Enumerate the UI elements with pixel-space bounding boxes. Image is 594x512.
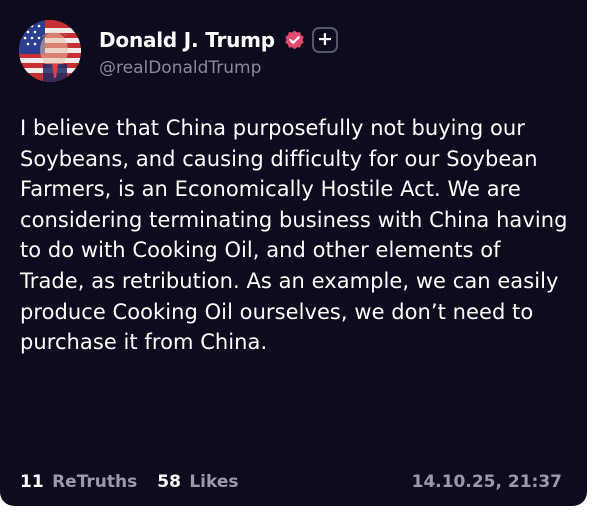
plus-icon[interactable]: + [311,27,338,53]
likes-stat[interactable]: 58 Likes [157,472,238,492]
retruths-count: 11 [20,472,44,492]
post-text: I believe that China purposefully not bu… [20,116,568,355]
author-handle[interactable]: @realDonaldTrump [99,58,261,78]
verified-badge-icon [285,29,304,49]
post-footer: 11 ReTruths 58 Likes 14.10.25, 21:37 [20,472,562,492]
author-row: Donald J. Trump + [99,25,338,55]
avatar[interactable] [19,20,81,82]
retruths-stat[interactable]: 11 ReTruths [20,472,137,492]
author-display-name[interactable]: Donald J. Trump [99,28,275,52]
likes-count: 58 [157,472,181,492]
american-flag-portrait-avatar-icon [19,20,81,82]
post-card: Donald J. Trump + @realDonaldTrump I bel… [0,0,587,506]
post-timestamp: 14.10.25, 21:37 [411,472,562,492]
retruths-label: ReTruths [52,472,138,492]
likes-label: Likes [189,472,239,492]
